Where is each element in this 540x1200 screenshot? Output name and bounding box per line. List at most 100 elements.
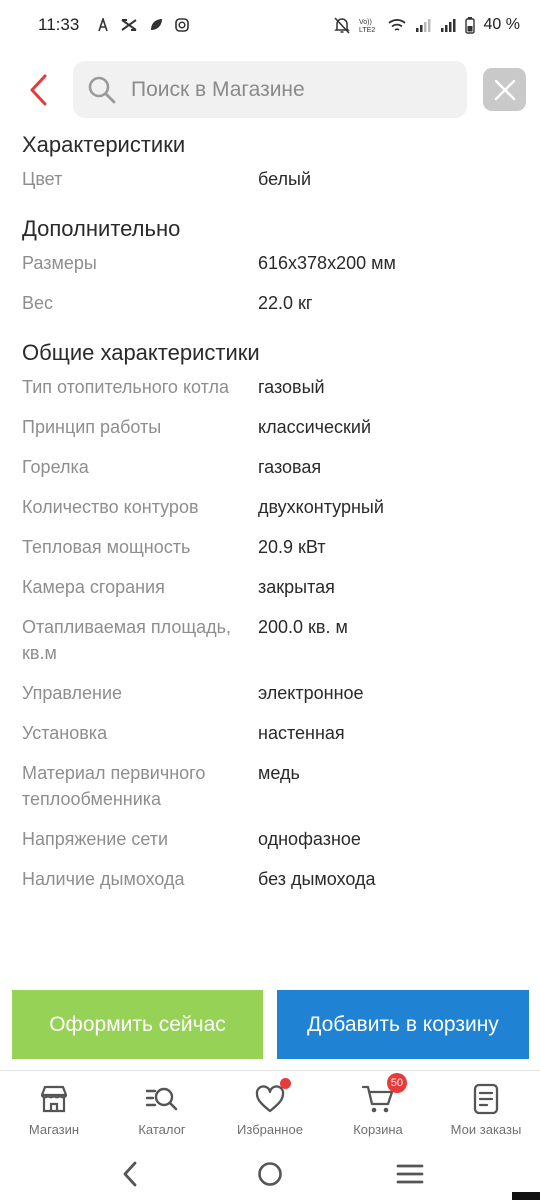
spec-label: Тепловая мощность	[22, 537, 191, 557]
signal-1-icon	[415, 18, 431, 32]
spec-value: закрытая	[258, 577, 335, 597]
tab-favorites[interactable]: Избранное	[216, 1071, 324, 1148]
add-to-cart-button[interactable]: Добавить в корзину	[277, 990, 529, 1059]
spec-row: Принцип работы классический	[0, 414, 540, 440]
capcut-icon	[121, 19, 137, 31]
tab-label: Каталог	[138, 1122, 186, 1137]
system-home-icon	[258, 1162, 282, 1186]
spec-value: медь	[258, 763, 300, 783]
system-navigation-bar	[0, 1148, 540, 1200]
section-title: Дополнительно	[22, 216, 181, 241]
spec-label: Количество контуров	[22, 497, 199, 517]
battery-icon	[464, 16, 475, 34]
spec-row: Количество контуров двухконтурный	[0, 494, 540, 520]
spec-label: Цвет	[22, 169, 63, 189]
spec-row: Камера сгорания закрытая	[0, 574, 540, 600]
signal-2-icon	[440, 18, 456, 32]
tab-store[interactable]: Магазин	[0, 1071, 108, 1148]
spec-row: Тип отопительного котла газовый	[0, 374, 540, 400]
section-title: Общие характеристики	[22, 340, 260, 365]
spec-value: 200.0 кв. м	[258, 617, 348, 637]
spec-label: Горелка	[22, 457, 89, 477]
cart-count-badge: 50	[386, 1073, 407, 1093]
heart-icon	[255, 1085, 285, 1113]
spec-label: Наличие дымохода	[22, 869, 185, 889]
search-icon	[88, 76, 116, 103]
spec-value: однофазное	[258, 829, 361, 849]
notification-a-icon	[98, 18, 109, 32]
svg-text:LTE2: LTE2	[359, 27, 375, 33]
bottom-tab-bar: Магазин Каталог Избранное 50 Корзина Мои…	[0, 1070, 540, 1148]
instagram-icon	[175, 18, 190, 32]
spec-label: Установка	[22, 723, 108, 743]
volte-icon: Vo))LTE2	[359, 19, 375, 33]
spec-row: Управление электронное	[0, 680, 540, 706]
close-icon	[494, 79, 515, 100]
spec-label: Материал первичного теплообменника	[22, 763, 206, 809]
status-bar: 11:33 Vo)) LTE2 40 %	[0, 0, 540, 50]
spec-row: Горелка газовая	[0, 454, 540, 480]
section-title: Характеристики	[22, 132, 186, 157]
corner-artifact	[512, 1192, 540, 1200]
spec-value: 22.0 кг	[258, 293, 313, 313]
catalog-search-icon	[145, 1087, 178, 1111]
spec-row: Материал первичного теплообменника медь	[0, 760, 540, 812]
spec-value: газовая	[258, 457, 322, 477]
cloud-leaf-icon	[151, 19, 163, 30]
clear-search-button[interactable]	[483, 68, 526, 111]
system-menu-button[interactable]	[390, 1154, 430, 1194]
spec-value: без дымохода	[258, 869, 376, 889]
system-back-icon	[123, 1161, 137, 1187]
favorites-notification-dot	[280, 1078, 291, 1089]
chevron-left-icon	[30, 74, 47, 106]
system-back-button[interactable]	[110, 1154, 150, 1194]
spec-row: Вес 22.0 кг	[0, 290, 540, 316]
spec-value: газовый	[258, 377, 325, 397]
spec-label: Тип отопительного котла	[22, 377, 229, 397]
spec-label: Вес	[22, 293, 54, 313]
battery-percent: 40 %	[483, 16, 520, 33]
mute-bell-icon	[333, 16, 350, 34]
product-actions: Оформить сейчас Добавить в корзину	[0, 990, 540, 1060]
spec-value: настенная	[258, 723, 345, 743]
tab-catalog[interactable]: Каталог	[108, 1071, 216, 1148]
tab-label: Магазин	[28, 1122, 80, 1137]
spec-value: двухконтурный	[258, 497, 384, 517]
spec-value: белый	[258, 169, 312, 189]
back-button[interactable]	[22, 70, 56, 110]
spec-label: Управление	[22, 683, 123, 703]
status-time: 11:33	[38, 15, 80, 34]
tab-my-orders[interactable]: Мои заказы	[432, 1071, 540, 1148]
spec-label: Размеры	[22, 253, 97, 273]
spec-label: Принцип работы	[22, 417, 162, 437]
specifications-list: Характеристики Цвет белый Дополнительно …	[0, 128, 540, 980]
spec-row: Отапливаемая площадь, кв.м 200.0 кв. м	[0, 614, 540, 666]
tab-label: Мои заказы	[450, 1122, 522, 1137]
spec-value: электронное	[258, 683, 364, 703]
system-home-button[interactable]	[250, 1154, 290, 1194]
wifi-icon	[387, 18, 406, 31]
spec-row: Напряжение сети однофазное	[0, 826, 540, 852]
checkout-now-button[interactable]: Оформить сейчас	[12, 990, 263, 1059]
spec-label: Напряжение сети	[22, 829, 169, 849]
search-input[interactable]	[131, 77, 431, 102]
tab-cart[interactable]: 50 Корзина	[324, 1071, 432, 1148]
tab-label: Корзина	[353, 1122, 403, 1137]
search-header	[0, 60, 540, 120]
spec-label: Отапливаемая площадь, кв.м	[22, 617, 232, 663]
spec-value: 20.9 кВт	[258, 537, 326, 557]
search-box[interactable]	[73, 61, 467, 118]
tab-label: Избранное	[237, 1122, 303, 1137]
spec-row: Установка настенная	[0, 720, 540, 746]
system-menu-icon	[396, 1164, 424, 1184]
spec-value: классический	[258, 417, 372, 437]
spec-row: Тепловая мощность 20.9 кВт	[0, 534, 540, 560]
spec-row: Размеры 616x378x200 мм	[0, 250, 540, 276]
spec-row: Цвет белый	[0, 166, 540, 192]
svg-text:Vo)): Vo))	[359, 19, 372, 26]
spec-label: Камера сгорания	[22, 577, 165, 597]
spec-row: Наличие дымохода без дымохода	[0, 866, 540, 892]
spec-value: 616x378x200 мм	[258, 253, 396, 273]
orders-icon	[473, 1083, 499, 1115]
store-icon	[40, 1085, 68, 1113]
